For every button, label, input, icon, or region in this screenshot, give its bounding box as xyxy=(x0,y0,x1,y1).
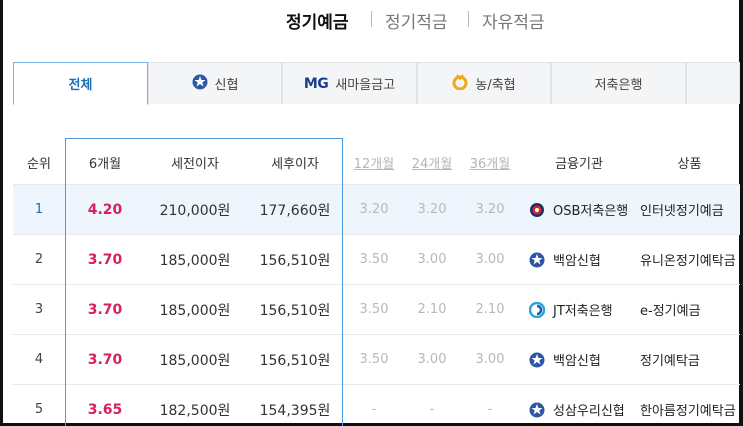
cell-24month-rate: 2.10 xyxy=(417,302,447,317)
cell-6month-rate: 3.70 xyxy=(87,351,123,368)
cell-12month-rate: - xyxy=(371,402,377,417)
cell-product-link[interactable]: 한아름정기예탁금 xyxy=(640,385,740,426)
institution-name: 백암신협 xyxy=(553,254,601,269)
cell-36month-rate: 3.00 xyxy=(475,252,505,267)
cell-24month-rate: - xyxy=(429,402,435,417)
tab-saemaeul[interactable]: MG 새마을금고 xyxy=(282,62,417,104)
cell-24month-rate: 3.00 xyxy=(417,352,447,367)
cell-rank: 1 xyxy=(34,202,44,217)
cell-product-link[interactable]: 유니온정기예탁금 xyxy=(640,235,740,284)
header-rank[interactable]: 순위 xyxy=(13,140,65,184)
shinhyup-logo-icon xyxy=(529,402,545,418)
tab-separator xyxy=(468,11,469,27)
cell-12month-rate: 3.50 xyxy=(359,252,389,267)
cell-24month-rate: 3.00 xyxy=(417,252,447,267)
shinhyup-logo-icon xyxy=(192,74,208,94)
header-6month[interactable]: 6개월 xyxy=(65,140,145,184)
cell-12month-rate: 3.20 xyxy=(359,202,389,217)
cell-aftertax-interest: 177,660원 xyxy=(259,202,331,219)
window-frame-left xyxy=(0,0,3,426)
table-row[interactable]: 1 4.20 210,000원 177,660원 3.20 3.20 3.20 OSB저축은행… xyxy=(13,184,740,234)
cell-6month-rate: 3.65 xyxy=(87,401,123,418)
institution-tabs: 전체 신협 MG 새마을금고 농/축협 저축은행 xyxy=(13,62,740,105)
cell-institution[interactable]: 백암신협 xyxy=(529,335,639,384)
cell-36month-rate: 3.00 xyxy=(475,352,505,367)
cell-6month-rate: 4.20 xyxy=(87,201,123,218)
header-24month[interactable]: 24개월 xyxy=(403,140,461,184)
cell-aftertax-interest: 154,395원 xyxy=(259,402,331,419)
table-row[interactable]: 2 3.70 185,000원 156,510원 3.50 3.00 3.00 백암신협 유니온… xyxy=(13,234,740,284)
table-row[interactable]: 3 3.70 185,000원 156,510원 3.50 2.10 2.10 JT저축은행 e… xyxy=(13,284,740,334)
cell-36month-rate: - xyxy=(487,402,493,417)
tab-saemaeul-label: 새마을금고 xyxy=(335,78,396,93)
nonghyup-logo-icon xyxy=(452,73,468,94)
cell-pretax-interest: 185,000원 xyxy=(159,352,231,369)
rate-table: 순위 6개월 세전이자 세후이자 12개월 24개월 36개월 금융기관 상품 … xyxy=(13,140,740,426)
cell-aftertax-interest: 156,510원 xyxy=(259,302,331,319)
cell-6month-rate: 3.70 xyxy=(87,251,123,268)
cell-institution[interactable]: 성삼우리신협 xyxy=(529,385,639,426)
cell-institution[interactable]: 백암신협 xyxy=(529,235,639,284)
institution-name: JT저축은행 xyxy=(553,304,613,319)
header-product[interactable]: 상품 xyxy=(639,140,740,184)
table-row[interactable]: 5 3.65 182,500원 154,395원 - - - 성삼우리신협 한아름정기예탁금 xyxy=(13,384,740,426)
tab-free-savings[interactable]: 자유적금 xyxy=(482,8,545,33)
tab-savings-bank-label: 저축은행 xyxy=(594,78,643,93)
table-header: 순위 6개월 세전이자 세후이자 12개월 24개월 36개월 금융기관 상품 xyxy=(13,140,740,184)
header-pretax-interest[interactable]: 세전이자 xyxy=(145,140,245,184)
cell-rank: 4 xyxy=(34,352,44,367)
cell-institution[interactable]: OSB저축은행 xyxy=(529,185,639,234)
cell-product-link[interactable]: 인터넷정기예금 xyxy=(640,185,740,234)
tab-installment-savings[interactable]: 정기적금 xyxy=(385,8,448,33)
cell-36month-rate: 2.10 xyxy=(475,302,505,317)
institution-name: 백암신협 xyxy=(553,354,601,369)
tab-shinhyup-label: 신협 xyxy=(214,78,239,93)
tab-separator xyxy=(371,11,372,27)
tab-savings-bank[interactable]: 저축은행 xyxy=(551,62,686,104)
cell-product-link[interactable]: 정기예탁금 xyxy=(640,335,740,384)
tab-term-deposit[interactable]: 정기예금 xyxy=(286,8,349,33)
tab-shinhyup[interactable]: 신협 xyxy=(148,62,282,104)
tab-all-label: 전체 xyxy=(68,78,93,93)
shinhyup-logo-icon xyxy=(529,252,545,268)
institution-name: OSB저축은행 xyxy=(553,204,629,219)
tab-all[interactable]: 전체 xyxy=(13,62,148,105)
cell-aftertax-interest: 156,510원 xyxy=(259,352,331,369)
shinhyup-logo-icon xyxy=(529,352,545,368)
cell-product-link[interactable]: e-정기예금 xyxy=(640,285,740,334)
header-institution[interactable]: 금융기관 xyxy=(519,140,639,184)
cell-pretax-interest: 185,000원 xyxy=(159,252,231,269)
tab-nonghyup-label: 농/축협 xyxy=(475,78,516,93)
cell-rank: 5 xyxy=(34,402,44,417)
cell-rank: 3 xyxy=(34,302,44,317)
cell-pretax-interest: 210,000원 xyxy=(159,202,231,219)
institution-name: 성삼우리신협 xyxy=(553,404,625,419)
jt-logo-icon xyxy=(529,301,545,318)
cell-12month-rate: 3.50 xyxy=(359,302,389,317)
header-aftertax-interest[interactable]: 세후이자 xyxy=(245,140,345,184)
cell-36month-rate: 3.20 xyxy=(475,202,505,217)
product-type-tabs: 정기예금 정기적금 자유적금 xyxy=(0,8,743,36)
cell-12month-rate: 3.50 xyxy=(359,352,389,367)
cell-pretax-interest: 185,000원 xyxy=(159,302,231,319)
cell-institution[interactable]: JT저축은행 xyxy=(529,285,639,334)
header-12month[interactable]: 12개월 xyxy=(345,140,403,184)
cell-pretax-interest: 182,500원 xyxy=(159,402,231,419)
header-36month[interactable]: 36개월 xyxy=(461,140,519,184)
cell-24month-rate: 3.20 xyxy=(417,202,447,217)
tab-nonghyup[interactable]: 농/축협 xyxy=(417,62,551,104)
mg-logo-icon: MG xyxy=(303,75,329,92)
cell-aftertax-interest: 156,510원 xyxy=(259,252,331,269)
cell-rank: 2 xyxy=(34,252,44,267)
cell-6month-rate: 3.70 xyxy=(87,301,123,318)
tab-more[interactable] xyxy=(686,62,740,104)
osb-logo-icon xyxy=(529,202,545,218)
table-row[interactable]: 4 3.70 185,000원 156,510원 3.50 3.00 3.00 백암신협 정기예… xyxy=(13,334,740,384)
